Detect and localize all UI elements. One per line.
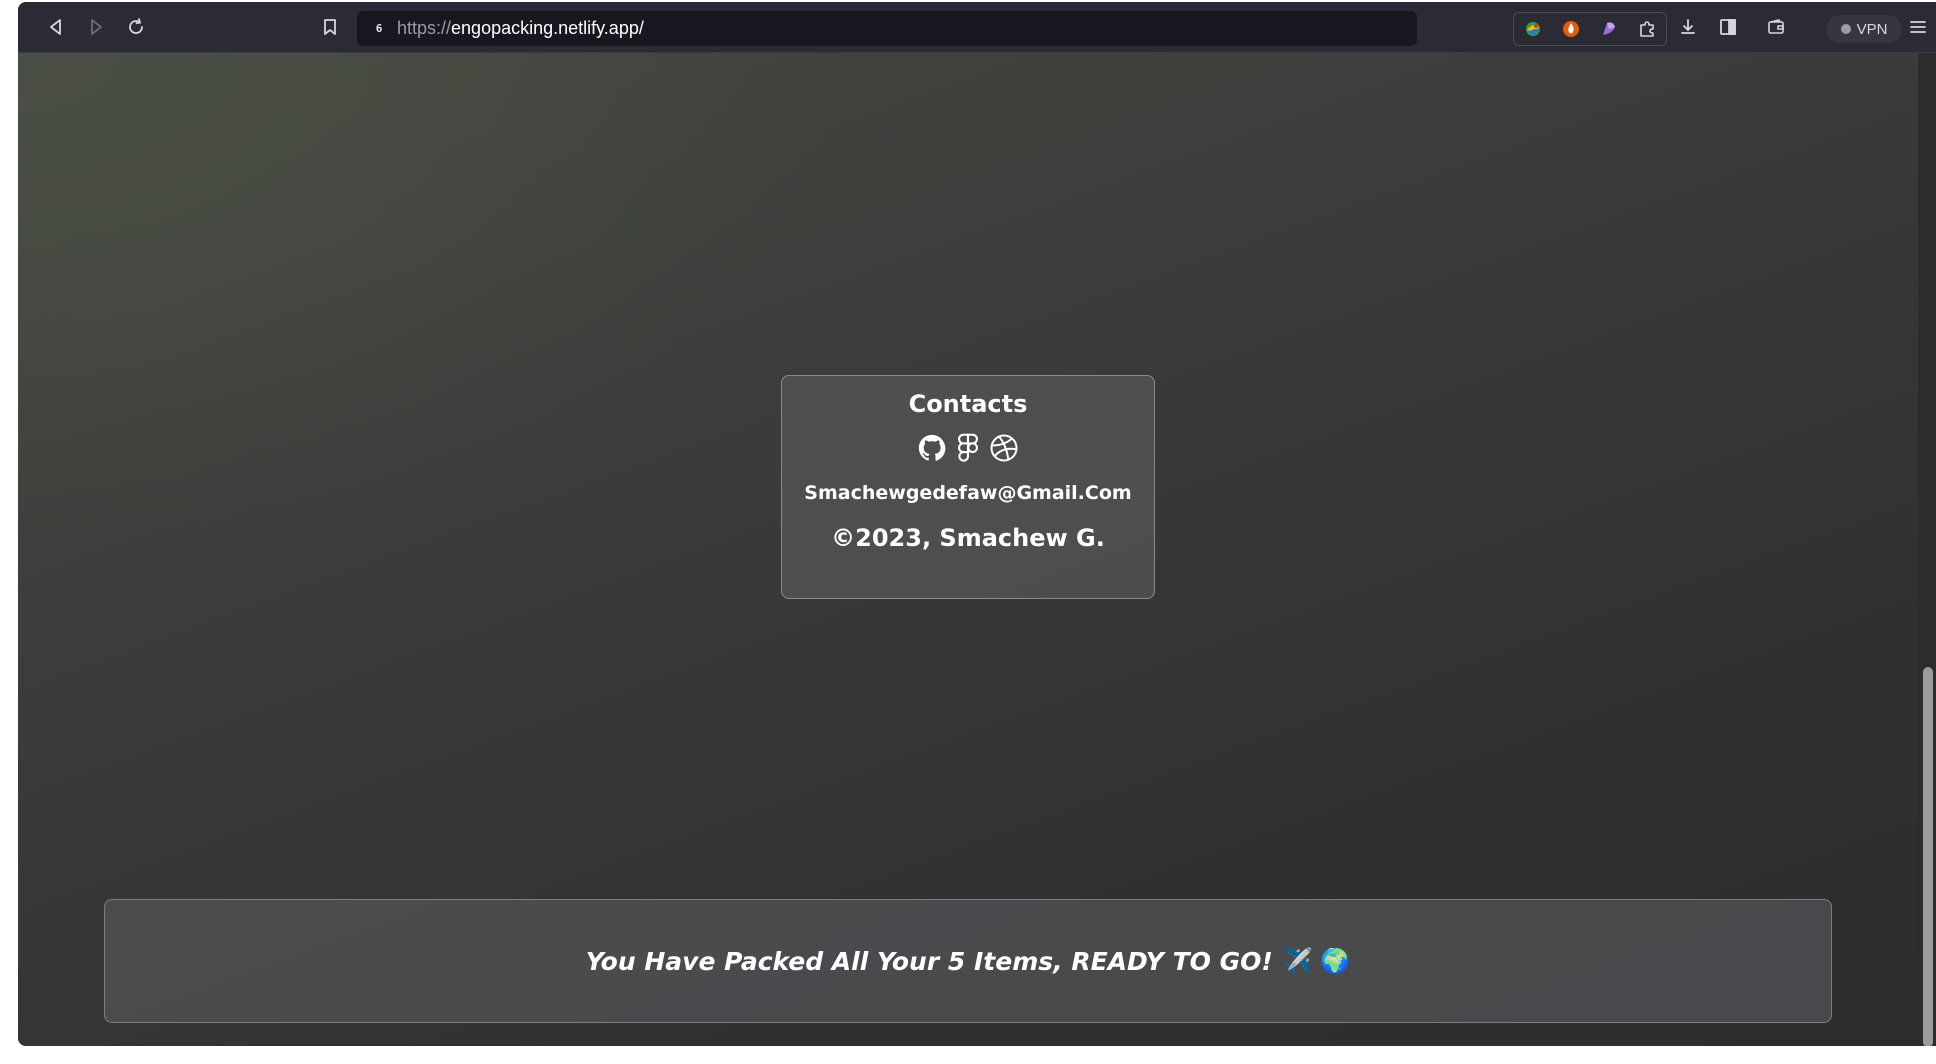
page-content: Contacts Smachewgedefaw@Gmail.Com ©2023,…: [18, 53, 1918, 1046]
contact-email[interactable]: Smachewgedefaw@Gmail.Com: [782, 482, 1154, 504]
url-scheme: https://: [397, 18, 452, 38]
social-links: [782, 432, 1154, 464]
bookmark-icon: [324, 19, 336, 35]
page-scrollbar[interactable]: [1918, 53, 1936, 1046]
stats-message: You Have Packed All Your 5 Items, READY …: [585, 946, 1273, 976]
wallet-icon: [1768, 19, 1784, 34]
dribbble-icon[interactable]: [988, 432, 1020, 464]
browser-window: 6 https://engopacking.netlify.app/ VPN C…: [18, 2, 1936, 1046]
back-button[interactable]: [42, 13, 70, 41]
figma-icon[interactable]: [952, 432, 984, 464]
plane-globe-emoji: ✈️ 🌍: [1282, 947, 1351, 975]
download-button[interactable]: [1674, 13, 1702, 41]
contacts-title: Contacts: [908, 390, 1028, 418]
address-bar[interactable]: 6 https://engopacking.netlify.app/: [357, 11, 1417, 46]
reload-icon: [129, 18, 143, 34]
menu-button[interactable]: [1904, 13, 1932, 41]
stats-footer: You Have Packed All Your 5 Items, READY …: [104, 899, 1832, 1023]
browser-ext-icon[interactable]: [1523, 19, 1543, 39]
contacts-card: Contacts Smachewgedefaw@Gmail.Com ©2023,…: [781, 375, 1155, 599]
url-text: https://engopacking.netlify.app/: [397, 18, 644, 39]
puzzle-ext-icon[interactable]: [1637, 19, 1657, 39]
download-icon: [1681, 19, 1695, 34]
bookmark-button[interactable]: [316, 13, 344, 41]
forward-arrow-icon: [91, 19, 102, 35]
vpn-button[interactable]: VPN: [1826, 15, 1902, 43]
forward-button[interactable]: [82, 13, 110, 41]
sidebar-button[interactable]: [1714, 13, 1742, 41]
site-favicon: 6: [375, 22, 383, 35]
github-icon[interactable]: [916, 432, 948, 464]
wallet-button[interactable]: [1762, 13, 1790, 41]
scrollbar-thumb[interactable]: [1923, 667, 1933, 1046]
vpn-status-dot: [1840, 24, 1851, 34]
copyright-text: ©2023, Smachew G.: [831, 524, 1105, 552]
browser-toolbar: 6 https://engopacking.netlify.app/ VPN: [18, 2, 1936, 53]
hamburger-menu-icon: [1910, 21, 1926, 33]
extensions-group: [1513, 12, 1667, 46]
vpn-label: VPN: [1856, 20, 1888, 38]
flame-ext-icon[interactable]: [1561, 19, 1581, 39]
sidebar-icon: [1720, 19, 1736, 35]
back-arrow-icon: [50, 19, 61, 35]
reload-button[interactable]: [122, 13, 150, 41]
purple-ext-icon[interactable]: [1599, 19, 1619, 39]
url-host: engopacking.netlify.app/: [451, 18, 644, 38]
